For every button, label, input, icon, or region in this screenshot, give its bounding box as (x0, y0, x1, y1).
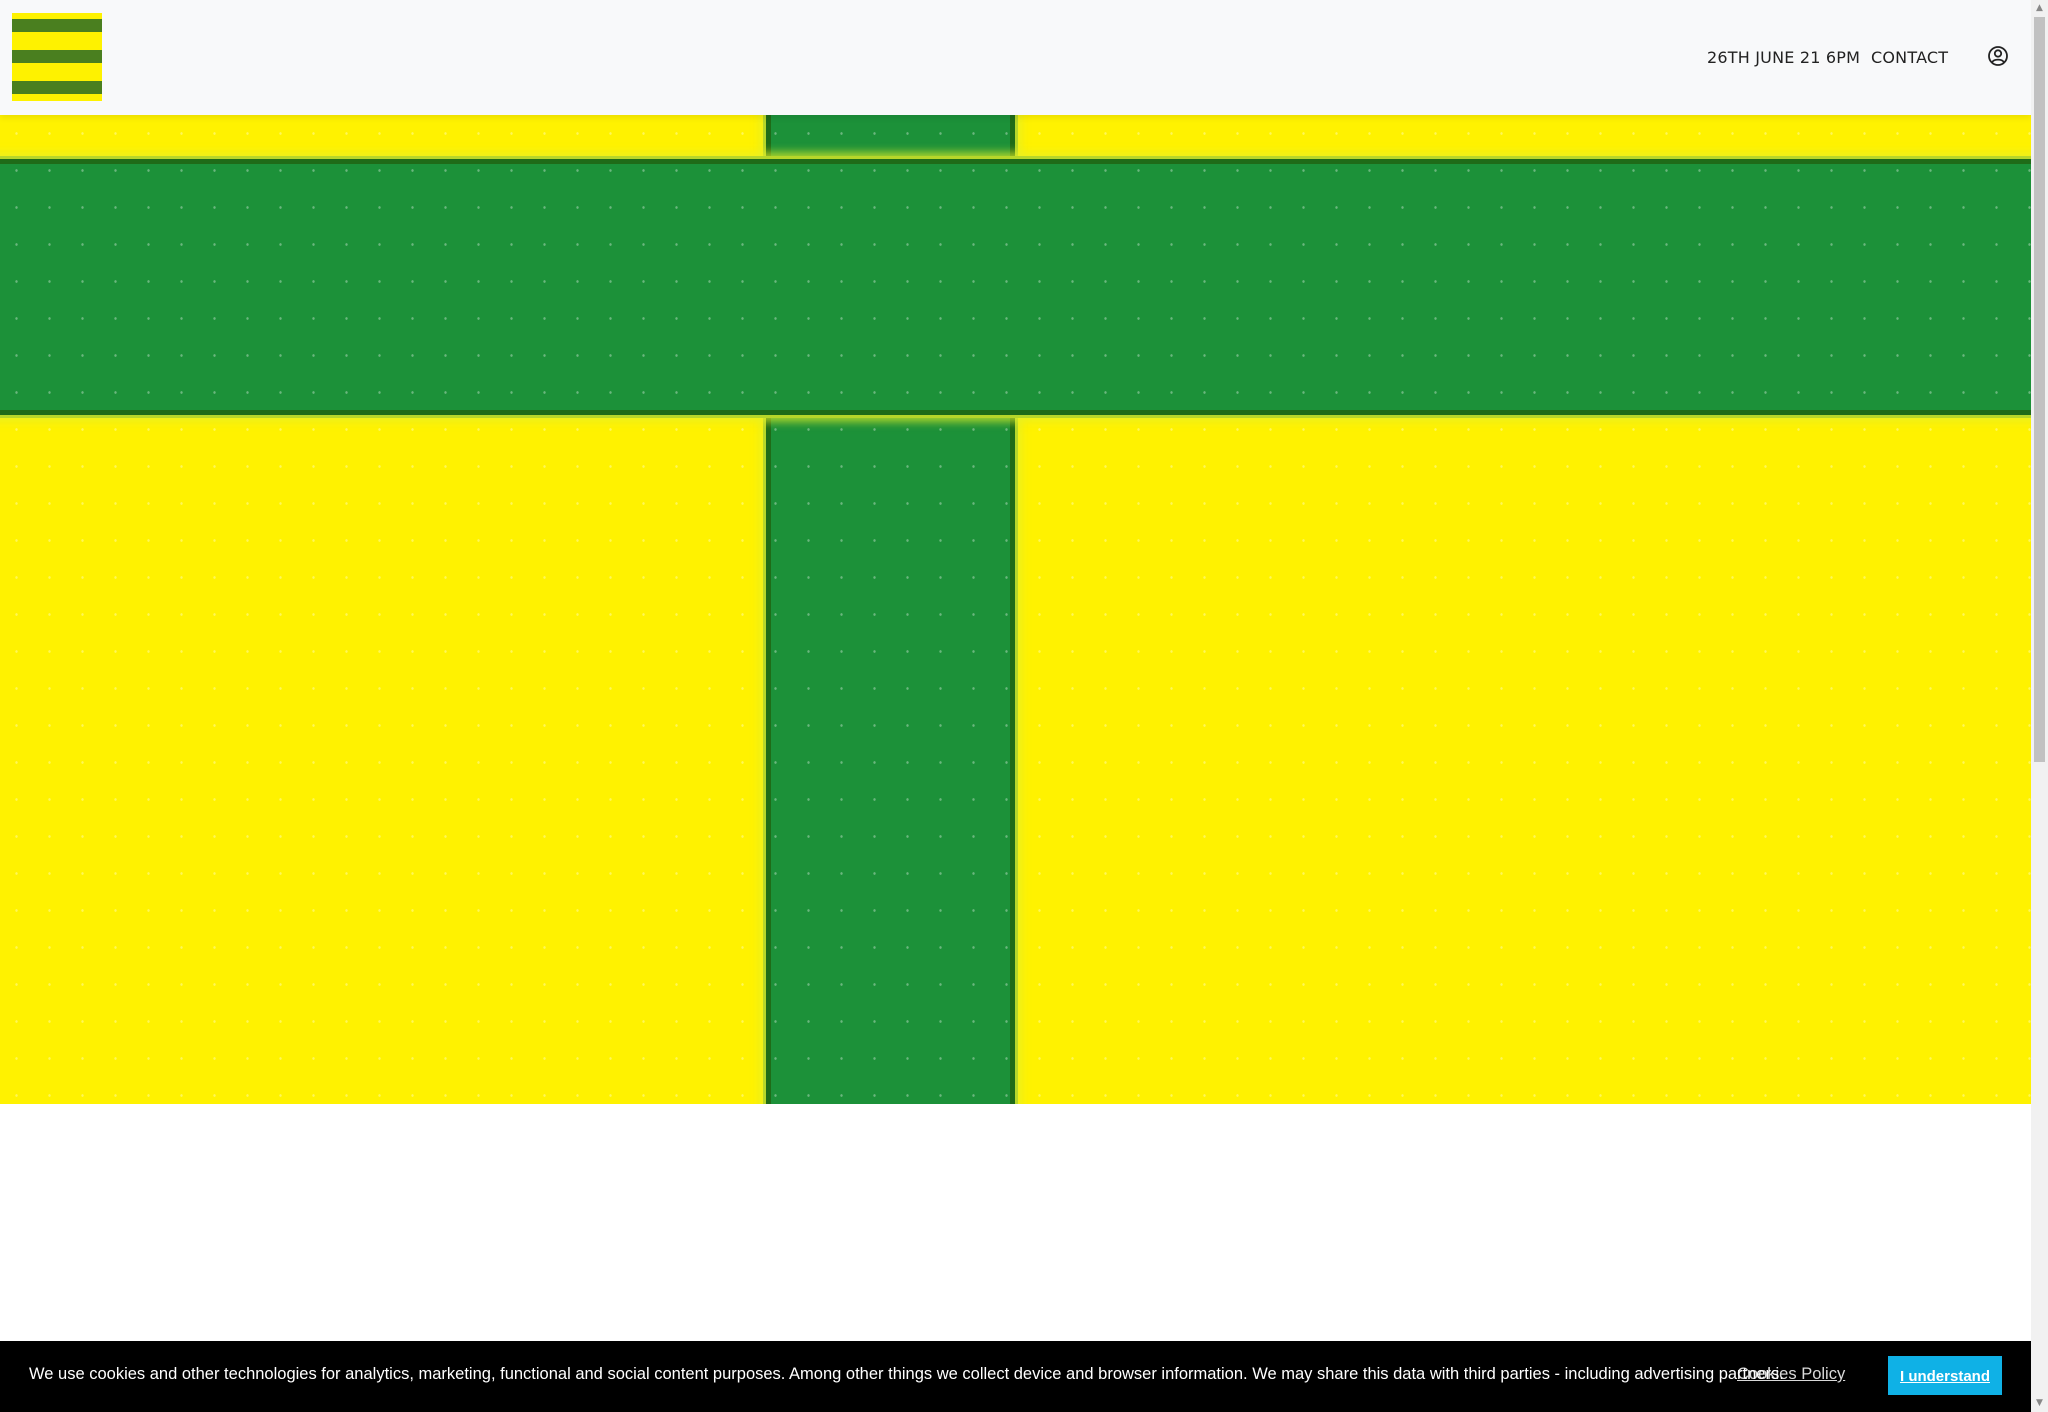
nav-link-event-date[interactable]: 26TH JUNE 21 6PM (1707, 48, 1860, 67)
accept-cookies-button[interactable]: I understand (1888, 1356, 2002, 1395)
site-logo[interactable] (12, 13, 102, 101)
scrollbar-thumb[interactable] (2034, 17, 2045, 762)
logo-stripe (12, 81, 102, 94)
cookies-policy-link[interactable]: Cookies Policy (1737, 1365, 1845, 1384)
logo-stripe (12, 19, 102, 32)
hero-band-crossing (771, 164, 1010, 410)
hero-horizontal-band (0, 164, 2031, 410)
site-header: 26TH JUNE 21 6PM CONTACT (0, 0, 2031, 115)
cookie-banner: We use cookies and other technologies fo… (0, 1341, 2031, 1412)
nav-link-contact[interactable]: CONTACT (1871, 48, 1948, 67)
hero-banner (0, 115, 2031, 1104)
page-scrollbar[interactable]: ▲ ▼ (2031, 0, 2048, 1412)
page: 26TH JUNE 21 6PM CONTACT ▲ ▼ We use cook… (0, 0, 2048, 1412)
cookie-message: We use cookies and other technologies fo… (29, 1365, 1784, 1383)
user-circle-icon[interactable] (1987, 45, 2009, 67)
scroll-down-arrow-icon[interactable]: ▼ (2031, 1395, 2048, 1412)
scroll-up-arrow-icon[interactable]: ▲ (2031, 0, 2048, 17)
logo-stripe (12, 50, 102, 63)
